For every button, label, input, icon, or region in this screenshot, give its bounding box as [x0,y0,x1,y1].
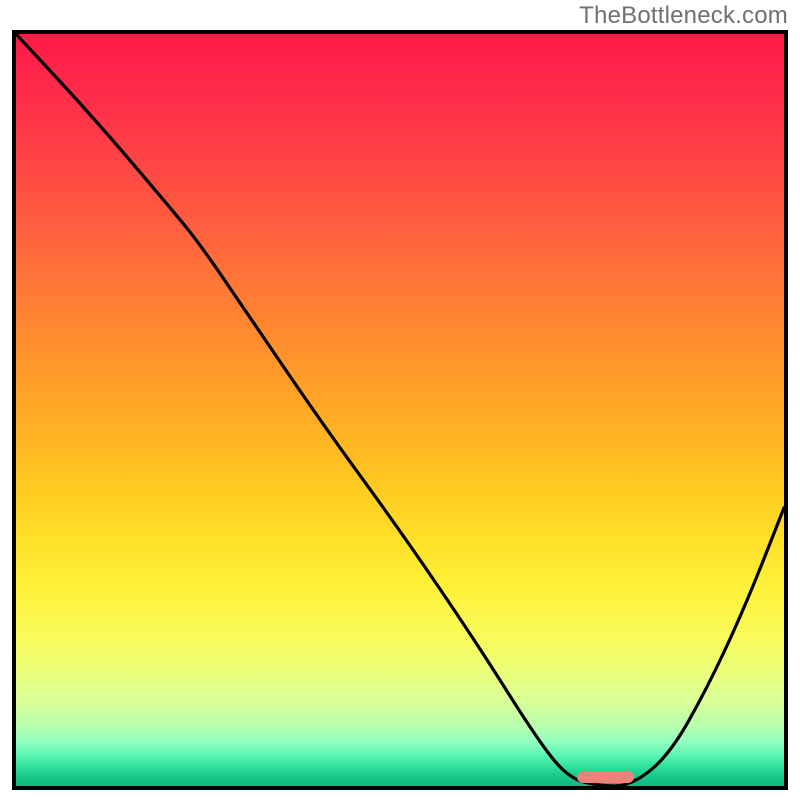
bottleneck-curve [16,34,784,786]
watermark-text: TheBottleneck.com [579,2,788,30]
optimal-marker [577,771,635,783]
plot-area [12,30,788,790]
curve-path [16,34,784,786]
chart-container: TheBottleneck.com [0,0,800,800]
